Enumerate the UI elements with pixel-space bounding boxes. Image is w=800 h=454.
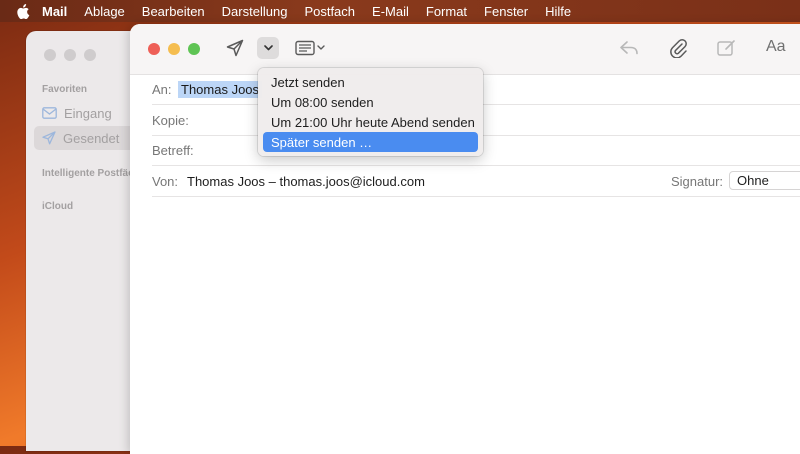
subject-label: Betreff: xyxy=(152,142,194,158)
menu-mail[interactable]: Mail xyxy=(42,4,67,19)
menu-item-send-tonight[interactable]: Um 21:00 Uhr heute Abend senden xyxy=(263,112,478,132)
sidebar-header-favorites: Favoriten xyxy=(42,84,88,95)
attachment-button[interactable] xyxy=(669,38,687,58)
minimize-button[interactable] xyxy=(168,43,180,55)
menu-bar: Mail Ablage Bearbeiten Darstellung Postf… xyxy=(0,0,800,22)
from-label: Von: xyxy=(152,173,179,189)
send-button[interactable] xyxy=(226,39,244,57)
menu-email[interactable]: E-Mail xyxy=(372,4,409,19)
message-body[interactable] xyxy=(152,197,800,454)
from-address[interactable]: Thomas Joos – thomas.joos@icloud.com xyxy=(187,174,425,189)
menu-item-send-later[interactable]: Später senden … xyxy=(263,132,478,152)
menu-bearbeiten[interactable]: Bearbeiten xyxy=(142,4,205,19)
inbox-icon xyxy=(42,107,57,119)
zoom-button[interactable] xyxy=(188,43,200,55)
zoom-button-inactive[interactable] xyxy=(84,49,96,61)
markup-icon xyxy=(717,40,735,56)
signature-select[interactable]: Ohne xyxy=(729,171,800,190)
menu-item-send-now[interactable]: Jetzt senden xyxy=(263,72,478,92)
minimize-button-inactive[interactable] xyxy=(64,49,76,61)
send-options-button[interactable] xyxy=(257,37,279,59)
sidebar-item-label: Gesendet xyxy=(63,130,120,146)
from-field[interactable]: Von: Thomas Joos – thomas.joos@icloud.co… xyxy=(152,166,800,197)
reply-arrow-icon xyxy=(620,41,638,55)
sidebar-item-label: Eingang xyxy=(64,105,112,121)
chevron-down-icon xyxy=(263,45,273,51)
markup-button[interactable] xyxy=(717,39,737,57)
reply-button[interactable] xyxy=(619,40,639,56)
format-button[interactable]: Aa xyxy=(766,38,786,56)
send-options-menu: Jetzt senden Um 08:00 senden Um 21:00 Uh… xyxy=(258,68,483,156)
close-button-inactive[interactable] xyxy=(44,49,56,61)
menu-darstellung[interactable]: Darstellung xyxy=(222,4,288,19)
menu-postfach[interactable]: Postfach xyxy=(304,4,355,19)
paperclip-icon xyxy=(670,38,687,58)
menu-item-send-0800[interactable]: Um 08:00 senden xyxy=(263,92,478,112)
recipient-token[interactable]: Thomas Joos xyxy=(178,80,263,98)
signature-label: Signatur: xyxy=(671,173,724,189)
sidebar-header-icloud: iCloud xyxy=(42,201,74,212)
menu-format[interactable]: Format xyxy=(426,4,467,19)
paperplane-icon xyxy=(42,131,56,145)
inactive-window-controls xyxy=(44,49,96,61)
apple-icon[interactable] xyxy=(16,3,30,19)
menu-hilfe[interactable]: Hilfe xyxy=(545,4,571,19)
paperplane-icon xyxy=(226,39,244,57)
menu-ablage[interactable]: Ablage xyxy=(84,4,124,19)
close-button[interactable] xyxy=(148,43,160,55)
cc-label: Kopie: xyxy=(152,112,189,128)
menu-fenster[interactable]: Fenster xyxy=(484,4,528,19)
header-fields-icon xyxy=(295,40,325,56)
header-fields-button[interactable] xyxy=(295,40,327,56)
